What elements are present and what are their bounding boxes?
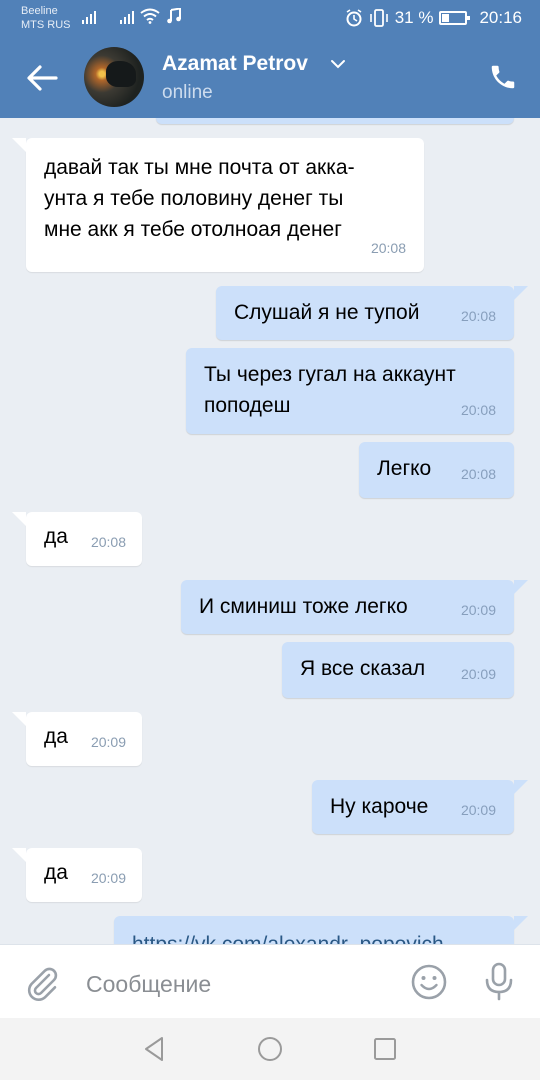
message-time: 20:09 bbox=[90, 870, 126, 886]
message-bubble[interactable]: Легко 20:08 bbox=[359, 442, 514, 498]
message-time: 20:08 bbox=[460, 308, 496, 324]
nav-home-icon[interactable] bbox=[255, 1034, 285, 1064]
signal-2-icon bbox=[120, 8, 134, 24]
message-text: Легко bbox=[377, 457, 432, 480]
alarm-icon bbox=[346, 9, 362, 27]
message-time: 20:09 bbox=[90, 734, 126, 750]
clock: 20:16 bbox=[479, 8, 522, 27]
message-text: Слушай я не тупой bbox=[234, 301, 420, 324]
chat-header: Azamat Petrov online bbox=[0, 38, 540, 118]
music-note-icon bbox=[167, 8, 181, 24]
paperclip-icon[interactable] bbox=[22, 963, 62, 1003]
message-text: давай так ты мне почта от акка- унта я т… bbox=[44, 156, 355, 241]
message-time: 20:08 bbox=[90, 534, 126, 550]
vibrate-icon bbox=[369, 9, 388, 27]
chevron-down-icon[interactable] bbox=[330, 58, 346, 70]
wifi-icon bbox=[140, 8, 160, 24]
status-left-icons bbox=[82, 8, 182, 24]
message-bubble[interactable]: Слушай я не тупой 20:08 bbox=[216, 286, 528, 340]
carrier-2: MTS RUS bbox=[21, 19, 71, 31]
message-bubble[interactable]: да 20:09 bbox=[12, 712, 142, 766]
message-link[interactable]: https://vk.com/alexandr_popovich bbox=[132, 929, 444, 944]
message-bubble[interactable]: Я все сказал 20:09 bbox=[282, 642, 514, 698]
system-nav-bar bbox=[0, 1018, 540, 1080]
message-time: 20:09 bbox=[460, 802, 496, 818]
message-text: да bbox=[44, 725, 68, 748]
message-time: 20:09 bbox=[460, 666, 496, 682]
message-time: 20:08 bbox=[460, 402, 496, 418]
message-text: да bbox=[44, 525, 68, 548]
message-text: Ну кароче bbox=[330, 795, 429, 818]
status-bar: Beeline MTS RUS 31 % 20:16 bbox=[0, 0, 540, 38]
message-bubble[interactable]: https://vk.com/alexandr_popovich bbox=[114, 916, 528, 944]
message-composer bbox=[0, 944, 540, 1018]
message-bubble[interactable]: давай так ты мне почта от акка- унта я т… bbox=[12, 138, 424, 272]
signal-1-icon bbox=[82, 8, 96, 24]
message-bubble[interactable]: И сминиш тоже легко 20:09 bbox=[181, 580, 528, 634]
avatar[interactable] bbox=[84, 47, 144, 107]
message-bubble[interactable]: да 20:09 bbox=[12, 848, 142, 902]
nav-recents-icon[interactable] bbox=[370, 1034, 400, 1064]
message-bubble[interactable]: да 20:08 bbox=[12, 512, 142, 566]
status-right: 31 % 20:16 bbox=[345, 8, 522, 28]
contact-status: online bbox=[162, 82, 213, 103]
message-input[interactable] bbox=[86, 967, 386, 1001]
contact-name[interactable]: Azamat Petrov bbox=[162, 52, 308, 76]
battery-percent: 31 % bbox=[394, 8, 434, 27]
carrier-1: Beeline bbox=[21, 5, 58, 17]
message-text: да bbox=[44, 861, 68, 884]
message-bubble[interactable]: Ты через гугал на аккаунт поподеш 20:08 bbox=[186, 348, 514, 434]
message-text: Я все сказал bbox=[300, 657, 426, 680]
message-time: 20:09 bbox=[460, 602, 496, 618]
message-time: 20:08 bbox=[370, 240, 406, 256]
microphone-icon[interactable] bbox=[482, 961, 516, 1001]
phone-icon[interactable] bbox=[488, 62, 518, 92]
carrier-info: Beeline MTS RUS bbox=[21, 4, 71, 32]
back-arrow-icon[interactable] bbox=[22, 60, 62, 96]
nav-back-icon[interactable] bbox=[140, 1034, 170, 1064]
message-list[interactable]: давай так ты мне почта от акка- унта я т… bbox=[0, 118, 540, 944]
battery-icon bbox=[439, 11, 471, 25]
message-text: И сминиш тоже легко bbox=[199, 595, 408, 618]
emoji-icon[interactable] bbox=[410, 963, 448, 1001]
message-bubble[interactable]: Ну кароче 20:09 bbox=[312, 780, 528, 834]
message-text: Ты через гугал на аккаунт поподеш bbox=[204, 363, 456, 417]
message-time: 20:08 bbox=[460, 466, 496, 482]
message-bubble-partial bbox=[156, 118, 514, 124]
